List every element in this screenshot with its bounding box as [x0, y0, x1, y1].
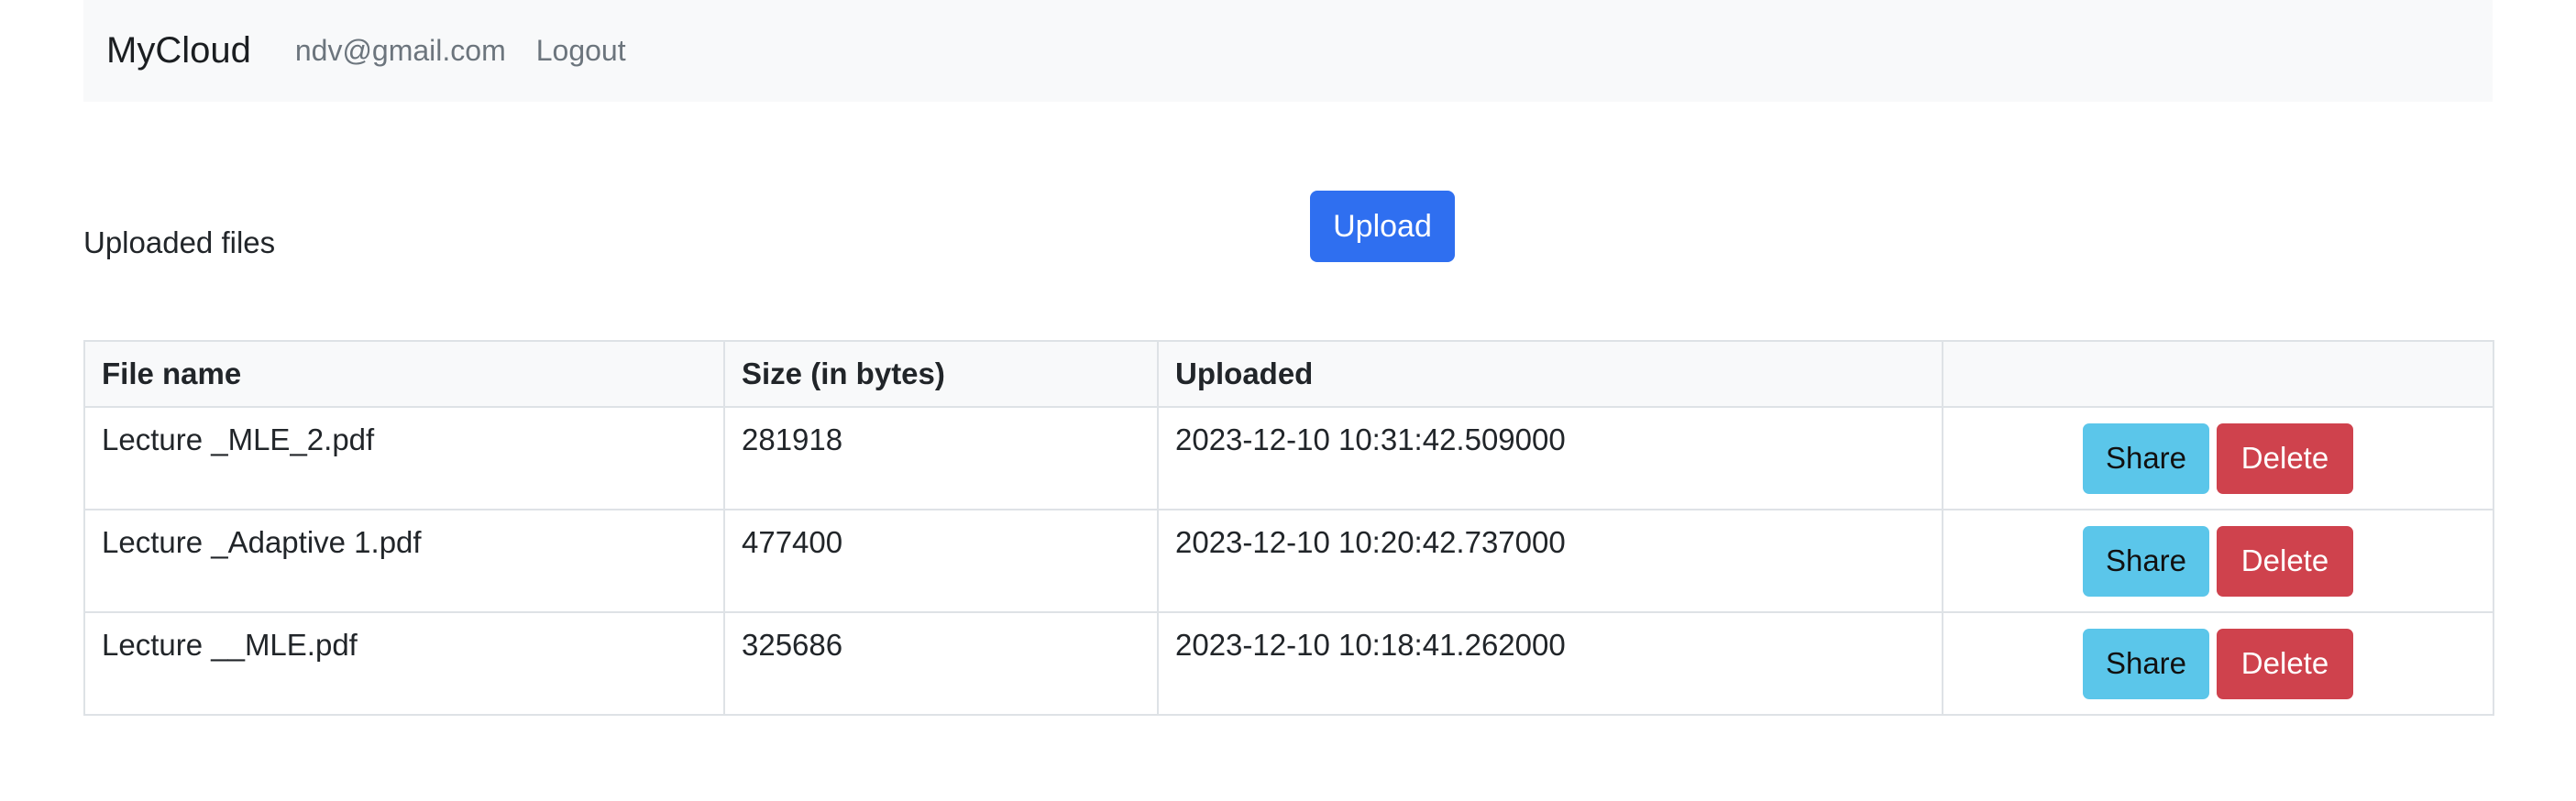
file-uploaded-cell: 2023-12-10 10:31:42.509000 — [1157, 406, 1943, 510]
table-row: Lecture _MLE_2.pdf 281918 2023-12-10 10:… — [83, 406, 2494, 510]
table-row: Lecture __MLE.pdf 325686 2023-12-10 10:1… — [83, 611, 2494, 716]
uploaded-files-heading: Uploaded files — [83, 225, 276, 259]
file-name-cell: Lecture __MLE.pdf — [83, 611, 725, 716]
delete-button[interactable]: Delete — [2217, 628, 2353, 699]
file-uploaded-cell: 2023-12-10 10:18:41.262000 — [1157, 611, 1943, 716]
delete-button[interactable]: Delete — [2217, 422, 2353, 494]
file-name-cell: Lecture _MLE_2.pdf — [83, 406, 725, 510]
brand-link[interactable]: MyCloud — [106, 30, 251, 71]
row-actions: Share Delete — [1943, 422, 2493, 494]
column-header-uploaded: Uploaded — [1157, 340, 1943, 408]
files-table: File name Size (in bytes) Uploaded Lectu… — [83, 340, 2494, 716]
share-button[interactable]: Share — [2083, 422, 2209, 494]
upload-button[interactable]: Upload — [1310, 191, 1455, 262]
column-header-size: Size (in bytes) — [723, 340, 1159, 408]
file-name-cell: Lecture _Adaptive 1.pdf — [83, 509, 725, 613]
file-actions-cell: Share Delete — [1942, 611, 2494, 716]
row-actions: Share Delete — [1943, 628, 2493, 699]
file-size-cell: 325686 — [723, 611, 1159, 716]
file-actions-cell: Share Delete — [1942, 509, 2494, 613]
share-button[interactable]: Share — [2083, 628, 2209, 699]
file-uploaded-cell: 2023-12-10 10:20:42.737000 — [1157, 509, 1943, 613]
share-button[interactable]: Share — [2083, 525, 2209, 597]
row-actions: Share Delete — [1943, 525, 2493, 597]
file-actions-cell: Share Delete — [1942, 406, 2494, 510]
file-size-cell: 281918 — [723, 406, 1159, 510]
top-navbar: MyCloud ndv@gmail.com Logout — [83, 0, 2493, 102]
column-header-actions — [1942, 340, 2494, 408]
table-row: Lecture _Adaptive 1.pdf 477400 2023-12-1… — [83, 509, 2494, 613]
logout-link[interactable]: Logout — [536, 34, 626, 68]
user-email-link[interactable]: ndv@gmail.com — [295, 34, 506, 68]
column-header-file-name: File name — [83, 340, 725, 408]
delete-button[interactable]: Delete — [2217, 525, 2353, 597]
file-size-cell: 477400 — [723, 509, 1159, 613]
table-header-row: File name Size (in bytes) Uploaded — [83, 340, 2494, 408]
